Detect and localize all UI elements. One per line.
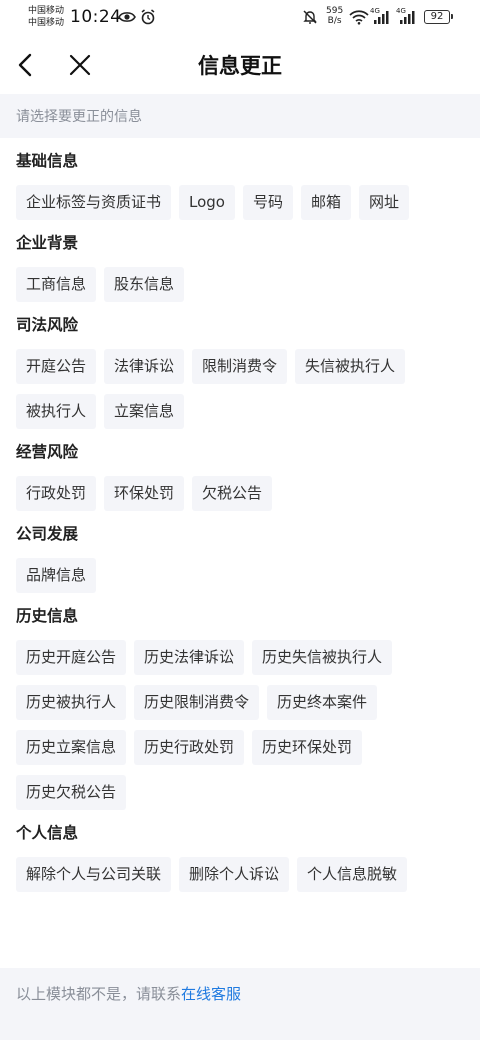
category-tag[interactable]: 法律诉讼: [104, 349, 185, 384]
alarm-icon: [141, 9, 155, 25]
category-tag[interactable]: 被执行人: [16, 394, 97, 429]
category-tag[interactable]: 品牌信息: [16, 558, 97, 593]
category-tag[interactable]: 欠税公告: [192, 476, 273, 511]
section-title: 经营风险: [16, 443, 79, 461]
tag-list: 企业标签与资质证书 Logo 号码 邮箱 网址: [16, 185, 464, 220]
carrier-1: 中国移动: [28, 6, 65, 16]
category-tag[interactable]: 失信被执行人: [295, 349, 406, 384]
tag-list: 行政处罚 环保处罚 欠税公告: [16, 476, 464, 511]
tag-list: 开庭公告 法律诉讼 限制消费令 失信被执行人被执行人 立案信息: [16, 349, 464, 429]
eye-icon: [118, 12, 136, 22]
section: 司法风险开庭公告 法律诉讼 限制消费令 失信被执行人被执行人 立案信息: [16, 314, 464, 429]
tag-list: 解除个人与公司关联 删除个人诉讼 个人信息脱敏: [16, 857, 464, 892]
category-tag[interactable]: 历史行政处罚: [134, 730, 245, 765]
page-title: 信息更正: [198, 54, 282, 78]
category-tag[interactable]: 开庭公告: [16, 349, 97, 384]
category-tag[interactable]: 环保处罚: [104, 476, 185, 511]
carrier-labels: 中国移动 中国移动: [28, 5, 64, 29]
battery-level: 92: [430, 11, 444, 22]
footer-message: 以上模块都不是，请联系: [16, 985, 182, 1003]
tag-list: 历史开庭公告 历史法律诉讼 历史失信被执行人 历史被执行人 历史限制消费令 历史终本案件历…: [16, 640, 464, 810]
footer-text: 以上模块都不是，请联系在线客服: [16, 983, 241, 1004]
section: 个人信息解除个人与公司关联 删除个人诉讼 个人信息脱敏: [16, 822, 464, 892]
category-tag[interactable]: 股东信息: [104, 267, 185, 302]
nav-bar: 信息更正: [0, 36, 480, 94]
status-bar: 中国移动 中国移动 10:24 595 B/s 4G 4G 92: [0, 0, 480, 36]
category-tag[interactable]: 历史开庭公告: [16, 640, 127, 675]
category-tag[interactable]: 历史失信被执行人: [252, 640, 393, 675]
category-tag[interactable]: 删除个人诉讼: [179, 857, 290, 892]
battery-icon: 92: [424, 10, 453, 24]
section: 基础信息企业标签与资质证书 Logo 号码 邮箱 网址: [16, 150, 464, 220]
section: 公司发展 品牌信息: [16, 523, 464, 593]
section-title: 历史信息: [16, 607, 79, 625]
category-tag[interactable]: 历史法律诉讼: [134, 640, 245, 675]
category-tag[interactable]: 网址: [359, 185, 410, 220]
tag-list: 工商信息 股东信息: [16, 267, 464, 302]
category-tag[interactable]: 限制消费令: [192, 349, 288, 384]
status-time: 10:24: [70, 7, 122, 27]
section-title: 公司发展: [16, 525, 79, 543]
category-tag[interactable]: 行政处罚: [16, 476, 97, 511]
section: 历史信息历史开庭公告 历史法律诉讼 历史失信被执行人历史被执行人 历史限制消费令 历史终…: [16, 605, 464, 810]
network-speed-unit: B/s: [327, 16, 342, 26]
section-title: 基础信息: [16, 152, 79, 170]
category-tag[interactable]: 历史立案信息: [16, 730, 127, 765]
tag-list: 品牌信息: [16, 558, 464, 593]
category-tag[interactable]: 邮箱: [301, 185, 352, 220]
hint-bar: 请选择要更正的信息: [0, 94, 480, 138]
section: 经营风险行政处罚 环保处罚 欠税公告: [16, 441, 464, 511]
category-tag[interactable]: 历史欠税公告: [16, 775, 127, 810]
category-tag[interactable]: 工商信息: [16, 267, 97, 302]
section-title: 司法风险: [16, 316, 79, 334]
section-title: 个人信息: [16, 824, 79, 842]
network-speed: 595 B/s: [326, 6, 343, 26]
hint-text: 请选择要更正的信息: [16, 109, 142, 125]
category-tag[interactable]: 历史限制消费令: [134, 685, 260, 720]
wifi-icon: [349, 10, 369, 25]
category-tag[interactable]: 企业标签与资质证书: [16, 185, 172, 220]
correction-categories: 基础信息企业标签与资质证书 Logo 号码 邮箱 网址企业背景工商信息 股东信息司法风险开…: [0, 138, 480, 968]
category-tag[interactable]: 号码: [243, 185, 294, 220]
category-tag[interactable]: 历史被执行人: [16, 685, 127, 720]
signal-icon: [400, 11, 415, 24]
footer: 以上模块都不是，请联系在线客服: [0, 968, 480, 1040]
mute-icon: [303, 10, 317, 24]
category-tag[interactable]: 立案信息: [104, 394, 185, 429]
signal-icon: [374, 11, 389, 24]
category-tag[interactable]: 个人信息脱敏: [297, 857, 408, 892]
section-title: 企业背景: [16, 234, 79, 252]
carrier-2: 中国移动: [28, 18, 65, 28]
category-tag[interactable]: 历史终本案件: [267, 685, 378, 720]
section: 企业背景工商信息 股东信息: [16, 232, 464, 302]
online-service-link[interactable]: 在线客服: [181, 985, 241, 1003]
category-tag[interactable]: 解除个人与公司关联: [16, 857, 172, 892]
category-tag[interactable]: Logo: [179, 185, 235, 220]
network-speed-value: 595: [326, 6, 344, 16]
category-tag[interactable]: 历史环保处罚: [252, 730, 363, 765]
